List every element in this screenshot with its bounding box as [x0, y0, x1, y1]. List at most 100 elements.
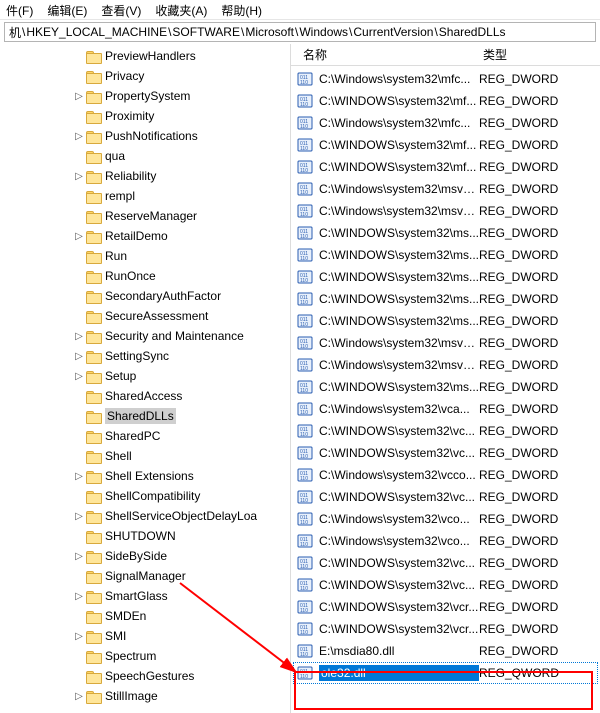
tree-item[interactable]: ▷SMI — [0, 626, 290, 646]
expand-icon[interactable]: ▷ — [72, 91, 86, 102]
list-row[interactable]: 011110C:\Windows\system32\msvc...REG_DWO… — [291, 332, 600, 354]
tree-item[interactable]: SpeechGestures — [0, 666, 290, 686]
menu-help[interactable]: 帮助(H) — [221, 2, 262, 17]
list-row[interactable]: 011110C:\WINDOWS\system32\mf...REG_DWORD — [291, 156, 600, 178]
list-row[interactable]: 011110C:\WINDOWS\system32\ms...REG_DWORD — [291, 244, 600, 266]
expand-icon[interactable]: ▷ — [72, 351, 86, 362]
svg-text:110: 110 — [300, 300, 308, 306]
tree-item[interactable]: ▷SmartGlass — [0, 586, 290, 606]
address-segment[interactable]: HKEY_LOCAL_MACHINE — [26, 25, 167, 39]
list-row[interactable]: 011110C:\Windows\system32\mfc...REG_DWOR… — [291, 68, 600, 90]
list-row[interactable]: 011110C:\WINDOWS\system32\ms...REG_DWORD — [291, 288, 600, 310]
tree-item[interactable]: SecondaryAuthFactor — [0, 286, 290, 306]
expand-icon[interactable]: ▷ — [72, 131, 86, 142]
expand-icon[interactable]: ▷ — [72, 691, 86, 702]
list-row[interactable]: 011110C:\Windows\system32\vcco...REG_DWO… — [291, 464, 600, 486]
list-row[interactable]: 011110C:\Windows\system32\msvc...REG_DWO… — [291, 200, 600, 222]
list-row[interactable]: 011110C:\WINDOWS\system32\mf...REG_DWORD — [291, 90, 600, 112]
tree-item[interactable]: SharedDLLs — [0, 406, 290, 426]
address-segment[interactable]: CurrentVersion — [353, 25, 433, 39]
value-name: C:\WINDOWS\system32\vcr... — [319, 622, 479, 636]
tree-item[interactable]: SignalManager — [0, 566, 290, 586]
column-name[interactable]: 名称 — [297, 46, 477, 63]
list-row[interactable]: 011110C:\Windows\system32\mfc...REG_DWOR… — [291, 112, 600, 134]
tree-item[interactable]: SHUTDOWN — [0, 526, 290, 546]
list-row[interactable]: 011110ole32.dllREG_QWORD — [291, 662, 600, 684]
address-segment[interactable]: SharedDLLs — [439, 25, 506, 39]
tree-item[interactable]: ▷Shell Extensions — [0, 466, 290, 486]
address-segment[interactable]: Windows — [299, 25, 348, 39]
expand-icon[interactable]: ▷ — [72, 171, 86, 182]
list-row[interactable]: 011110C:\WINDOWS\system32\vcr...REG_DWOR… — [291, 618, 600, 640]
list-row[interactable]: 011110C:\Windows\system32\vco...REG_DWOR… — [291, 508, 600, 530]
tree-item[interactable]: Spectrum — [0, 646, 290, 666]
svg-text:110: 110 — [300, 674, 308, 680]
value-type: REG_DWORD — [479, 182, 579, 196]
tree-item[interactable]: SharedAccess — [0, 386, 290, 406]
list-row[interactable]: 011110C:\Windows\system32\vco...REG_DWOR… — [291, 530, 600, 552]
tree-item[interactable]: ▷Reliability — [0, 166, 290, 186]
tree-item[interactable]: Shell — [0, 446, 290, 466]
expand-icon[interactable]: ▷ — [72, 331, 86, 342]
tree-item[interactable]: ShellCompatibility — [0, 486, 290, 506]
expand-icon[interactable]: ▷ — [72, 591, 86, 602]
tree-item[interactable]: SecureAssessment — [0, 306, 290, 326]
tree-item[interactable]: ▷Security and Maintenance — [0, 326, 290, 346]
value-type: REG_DWORD — [479, 468, 579, 482]
list-row[interactable]: 011110C:\WINDOWS\system32\ms...REG_DWORD — [291, 222, 600, 244]
list-row[interactable]: 011110C:\WINDOWS\system32\vc...REG_DWORD — [291, 486, 600, 508]
list-row[interactable]: 011110C:\Windows\system32\vca...REG_DWOR… — [291, 398, 600, 420]
menu-view[interactable]: 查看(V) — [101, 2, 141, 17]
tree-pane[interactable]: PreviewHandlersPrivacy▷PropertySystemPro… — [0, 44, 291, 713]
expand-icon[interactable]: ▷ — [72, 511, 86, 522]
tree-item[interactable]: ▷ShellServiceObjectDelayLoa — [0, 506, 290, 526]
list-row[interactable]: 011110C:\WINDOWS\system32\ms...REG_DWORD — [291, 266, 600, 288]
expand-icon[interactable]: ▷ — [72, 371, 86, 382]
tree-item[interactable]: Run — [0, 246, 290, 266]
tree-item-label: Spectrum — [105, 649, 156, 663]
tree-item[interactable]: SharedPC — [0, 426, 290, 446]
tree-item[interactable]: Proximity — [0, 106, 290, 126]
column-type[interactable]: 类型 — [477, 46, 577, 63]
expand-icon[interactable]: ▷ — [72, 471, 86, 482]
list-row[interactable]: 011110C:\WINDOWS\system32\mf...REG_DWORD — [291, 134, 600, 156]
tree-item[interactable]: ▷RetailDemo — [0, 226, 290, 246]
list-row[interactable]: 011110E:\msdia80.dllREG_DWORD — [291, 640, 600, 662]
list-row[interactable]: 011110C:\WINDOWS\system32\ms...REG_DWORD — [291, 310, 600, 332]
address-segment[interactable]: SOFTWARE — [172, 25, 240, 39]
tree-item[interactable]: ▷SettingSync — [0, 346, 290, 366]
expand-icon[interactable]: ▷ — [72, 631, 86, 642]
registry-value-icon: 011110 — [297, 269, 313, 285]
list-row[interactable]: 011110C:\WINDOWS\system32\vc...REG_DWORD — [291, 442, 600, 464]
tree-item[interactable]: rempl — [0, 186, 290, 206]
list-row[interactable]: 011110C:\WINDOWS\system32\vc...REG_DWORD — [291, 552, 600, 574]
list-row[interactable]: 011110C:\WINDOWS\system32\vc...REG_DWORD — [291, 574, 600, 596]
list-row[interactable]: 011110C:\WINDOWS\system32\ms...REG_DWORD — [291, 376, 600, 398]
tree-item[interactable]: ▷PropertySystem — [0, 86, 290, 106]
tree-item[interactable]: RunOnce — [0, 266, 290, 286]
list-pane[interactable]: 名称 类型 011110C:\Windows\system32\mfc...RE… — [291, 44, 600, 713]
list-row[interactable]: 011110C:\WINDOWS\system32\vcr...REG_DWOR… — [291, 596, 600, 618]
tree-item[interactable]: qua — [0, 146, 290, 166]
tree-item-label: SharedPC — [105, 429, 160, 443]
tree-item[interactable]: ▷PushNotifications — [0, 126, 290, 146]
address-segment[interactable]: 机 — [9, 24, 21, 41]
list-row[interactable]: 011110C:\Windows\system32\msvc...REG_DWO… — [291, 354, 600, 376]
value-type: REG_DWORD — [479, 292, 579, 306]
expand-icon[interactable]: ▷ — [72, 551, 86, 562]
list-row[interactable]: 011110C:\Windows\system32\msvc...REG_DWO… — [291, 178, 600, 200]
menu-favorites[interactable]: 收藏夹(A) — [155, 2, 207, 17]
expand-icon[interactable]: ▷ — [72, 231, 86, 242]
menu-file[interactable]: 件(F) — [6, 2, 33, 17]
tree-item[interactable]: Privacy — [0, 66, 290, 86]
address-bar[interactable]: 机\HKEY_LOCAL_MACHINE\SOFTWARE\Microsoft\… — [4, 22, 596, 42]
address-segment[interactable]: Microsoft — [245, 25, 294, 39]
tree-item[interactable]: SMDEn — [0, 606, 290, 626]
tree-item[interactable]: ReserveManager — [0, 206, 290, 226]
tree-item[interactable]: ▷Setup — [0, 366, 290, 386]
list-row[interactable]: 011110C:\WINDOWS\system32\vc...REG_DWORD — [291, 420, 600, 442]
menu-edit[interactable]: 编辑(E) — [47, 2, 87, 17]
tree-item[interactable]: ▷SideBySide — [0, 546, 290, 566]
tree-item[interactable]: PreviewHandlers — [0, 46, 290, 66]
tree-item[interactable]: ▷StillImage — [0, 686, 290, 706]
